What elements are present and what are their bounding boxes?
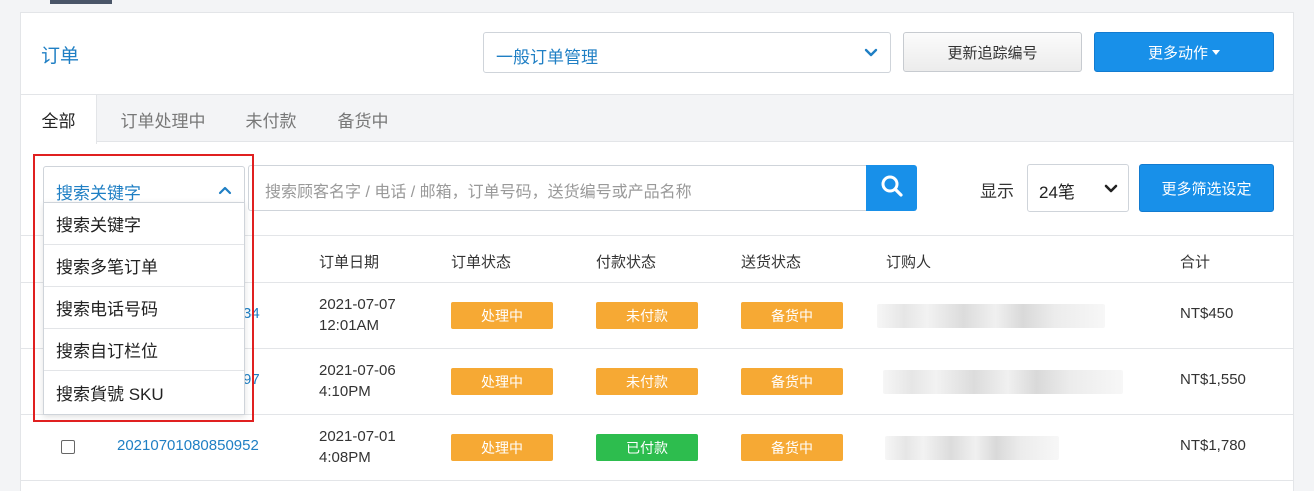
keyword-option-custom-field[interactable]: 搜索自订栏位 [44, 329, 244, 371]
buyer-redacted [883, 370, 1123, 394]
search-button[interactable] [866, 165, 917, 211]
header-buyer: 订购人 [886, 254, 932, 271]
chevron-down-icon [1104, 182, 1118, 200]
more-actions-label: 更多动作 [1147, 44, 1208, 62]
order-tabs: 全部 订单处理中 未付款 备货中 [21, 94, 1293, 144]
update-tracking-button[interactable]: 更新追踪编号 [903, 32, 1082, 72]
order-number-link[interactable]: 20210701080850952 [117, 437, 259, 454]
order-number-link[interactable]: 97 [243, 371, 260, 388]
buyer-redacted [885, 436, 1059, 460]
delivery-status-badge: 备货中 [741, 434, 843, 461]
order-mode-select[interactable]: 一般订单管理 [483, 32, 891, 73]
header-order-date: 订单日期 [319, 254, 380, 271]
more-filters-button[interactable]: 更多筛选设定 [1139, 164, 1274, 212]
more-actions-button[interactable]: 更多动作 [1094, 32, 1274, 72]
search-input[interactable]: 搜索顾客名字 / 电话 / 邮箱，订单号码，送货编号或产品名称 [248, 165, 866, 211]
order-date: 2021-07-01 4:08PM [319, 426, 396, 468]
keyword-type-value: 搜索关键字 [56, 184, 141, 203]
header-total: 合计 [1180, 254, 1211, 271]
header-order-status: 订单状态 [451, 254, 512, 271]
order-total: NT$450 [1180, 305, 1234, 322]
show-label: 显示 [980, 182, 1014, 201]
order-total: NT$1,780 [1180, 437, 1246, 454]
orders-card: 订单 一般订单管理 更新追踪编号 更多动作 全部 订单处理中 未付款 备货中 搜… [20, 12, 1294, 491]
keyword-type-menu: 搜索关键字 搜索多笔订单 搜索电话号码 搜索自订栏位 搜索貨號 SKU [43, 202, 245, 415]
keyword-option-multi-order[interactable]: 搜索多笔订单 [44, 245, 244, 287]
tab-unpaid[interactable]: 未付款 [233, 95, 309, 143]
page-size-value: 24笔 [1039, 183, 1075, 202]
payment-status-badge: 未付款 [596, 368, 698, 395]
keyword-option-phone[interactable]: 搜索电话号码 [44, 287, 244, 329]
order-date-day: 2021-07-06 [319, 362, 396, 379]
order-date: 2021-07-06 4:10PM [319, 360, 396, 402]
order-date-time: 4:10PM [319, 383, 371, 400]
order-status-badge: 处理中 [451, 434, 553, 461]
order-date-time: 12:01AM [319, 317, 380, 334]
buyer-redacted [877, 304, 1105, 328]
row-checkbox[interactable] [61, 440, 75, 454]
caret-down-icon [1212, 49, 1220, 55]
order-total: NT$1,550 [1180, 371, 1246, 388]
order-number-link[interactable]: 34 [243, 305, 260, 322]
header-payment-status: 付款状态 [596, 254, 657, 271]
order-date-day: 2021-07-07 [319, 296, 396, 313]
search-icon [880, 174, 904, 203]
tab-processing[interactable]: 订单处理中 [109, 95, 217, 143]
keyword-option-sku[interactable]: 搜索貨號 SKU [44, 371, 244, 413]
payment-status-badge: 已付款 [596, 434, 698, 461]
page-title: 订单 [41, 46, 80, 67]
chevron-down-icon [864, 45, 878, 64]
order-date: 2021-07-07 12:01AM [319, 294, 396, 336]
order-status-badge: 处理中 [451, 368, 553, 395]
order-date-day: 2021-07-01 [319, 428, 396, 445]
search-placeholder: 搜索顾客名字 / 电话 / 邮箱，订单号码，送货编号或产品名称 [265, 184, 692, 201]
order-date-time: 4:08PM [319, 449, 371, 466]
tab-all[interactable]: 全部 [21, 95, 97, 144]
top-tab-indicator [50, 0, 112, 4]
tab-preparing[interactable]: 备货中 [325, 95, 401, 143]
payment-status-badge: 未付款 [596, 302, 698, 329]
header-delivery-status: 送货状态 [741, 254, 802, 271]
delivery-status-badge: 备货中 [741, 302, 843, 329]
order-status-badge: 处理中 [451, 302, 553, 329]
keyword-option-keyword[interactable]: 搜索关键字 [44, 203, 244, 245]
delivery-status-badge: 备货中 [741, 368, 843, 395]
order-mode-value: 一般订单管理 [496, 48, 598, 67]
table-row[interactable]: 20210701080850952 2021-07-01 4:08PM 处理中 … [21, 415, 1293, 481]
chevron-up-icon [218, 183, 232, 201]
page-size-select[interactable]: 24笔 [1027, 164, 1129, 212]
